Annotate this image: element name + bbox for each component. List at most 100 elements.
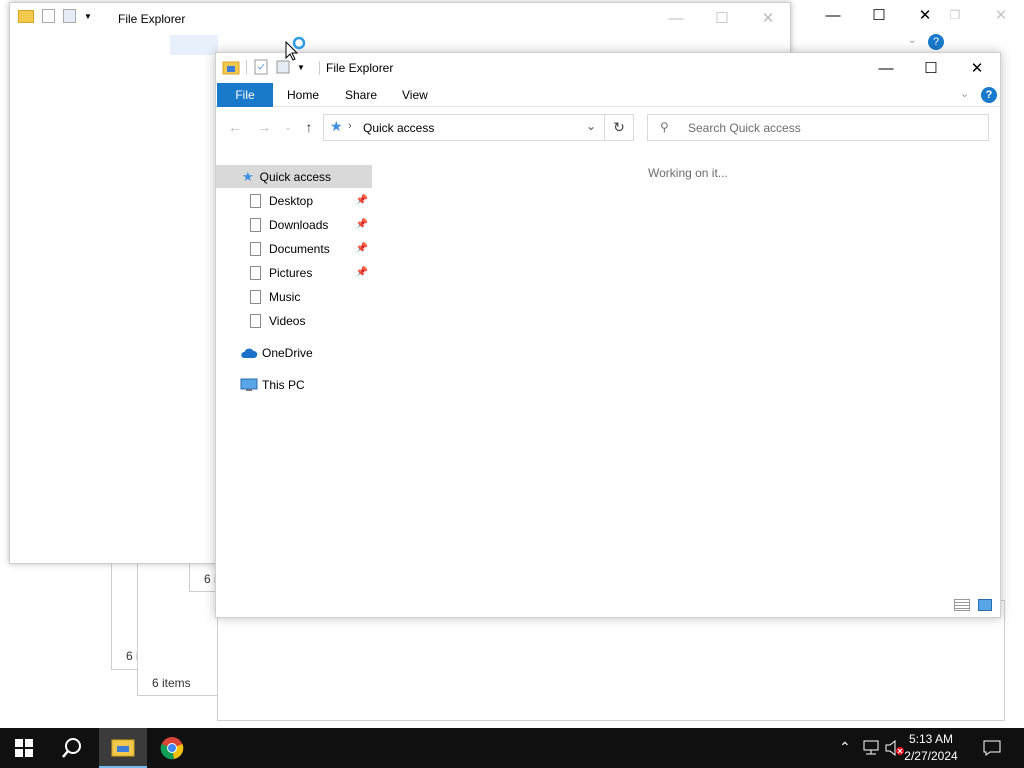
file-icon: [250, 217, 261, 232]
back-button[interactable]: ←: [224, 115, 246, 139]
address-bar[interactable]: ★ › Quick access ⌄: [323, 114, 605, 141]
show-hidden-icons-icon[interactable]: ⌃: [839, 739, 851, 756]
view-switcher: [954, 599, 992, 611]
nav-item-this-pc[interactable]: This PC: [240, 373, 372, 396]
file-icon: [250, 265, 261, 280]
nav-item-label: Pictures: [269, 265, 313, 280]
search-icon: [62, 738, 81, 758]
chrome-icon: [160, 737, 184, 760]
breadcrumb-separator-icon: ›: [348, 120, 352, 132]
help-icon[interactable]: ?: [928, 34, 944, 50]
nav-item-pictures[interactable]: Pictures 📌: [250, 261, 372, 284]
expand-ribbon-icon[interactable]: ⌄: [960, 87, 969, 100]
taskbar-chrome[interactable]: [148, 728, 196, 768]
nav-item-label: This PC: [262, 377, 305, 392]
address-dropdown-icon[interactable]: ⌄: [586, 119, 596, 133]
clock-date: 2/27/2024: [904, 749, 958, 763]
nav-item-label: Videos: [269, 313, 306, 328]
file-icon: [250, 241, 261, 256]
nav-item-documents[interactable]: Documents 📌: [250, 237, 372, 260]
nav-item-downloads[interactable]: Downloads 📌: [250, 213, 372, 236]
search-box[interactable]: ⚲ Search Quick access: [647, 114, 989, 141]
nav-item-label: Downloads: [269, 217, 329, 232]
clock-time: 5:13 AM: [908, 732, 954, 746]
chevron-down-icon[interactable]: ⌄: [908, 35, 916, 46]
pin-icon: 📌: [355, 243, 368, 254]
nav-item-label: Documents: [269, 241, 330, 256]
status-text: 6 items: [152, 676, 191, 690]
network-icon[interactable]: [862, 740, 880, 756]
tab-file[interactable]: File: [217, 83, 273, 107]
navigation-bar: ← → ⌄ ↑ ★ › Quick access ⌄ ↻ ⚲ Search Qu…: [216, 111, 1000, 143]
details-view-icon[interactable]: [954, 599, 970, 611]
nav-item-label: Quick access: [259, 169, 332, 184]
window-title: File Explorer: [118, 12, 186, 26]
large-icons-view-icon[interactable]: [978, 599, 992, 611]
nav-item-desktop[interactable]: Desktop 📌: [250, 189, 372, 212]
window-title: File Explorer: [326, 61, 394, 75]
title-bar[interactable]: ▼ File Explorer — ☐ ✕: [216, 53, 1000, 83]
tab-home[interactable]: Home: [273, 83, 333, 107]
customize-dropdown-icon[interactable]: ▼: [84, 12, 92, 21]
file-explorer-window: ▼ File Explorer — ☐ ✕ File Home Share Vi…: [215, 52, 1001, 618]
tab-share[interactable]: Share: [331, 83, 391, 107]
breadcrumb-location[interactable]: Quick access: [363, 121, 434, 135]
busy-cursor-icon: [285, 36, 313, 67]
up-button[interactable]: ↑: [298, 115, 320, 139]
recent-locations-button[interactable]: ⌄: [277, 115, 299, 139]
start-button[interactable]: [0, 728, 48, 768]
properties-icon[interactable]: [42, 9, 55, 23]
new-folder-icon[interactable]: [63, 9, 76, 23]
maximize-button[interactable]: ☐: [856, 0, 902, 30]
nav-item-onedrive[interactable]: OneDrive: [240, 341, 372, 364]
refresh-button[interactable]: ↻: [604, 114, 634, 141]
nav-item-videos[interactable]: Videos: [250, 309, 372, 332]
search-icon: ⚲: [660, 120, 669, 134]
background-window-5: [217, 600, 1005, 721]
help-icon[interactable]: ?: [981, 87, 997, 103]
nav-item-music[interactable]: Music: [250, 285, 372, 308]
taskbar-file-explorer[interactable]: [99, 728, 147, 768]
search-button[interactable]: [48, 728, 96, 768]
nav-item-label: Music: [269, 289, 301, 304]
windows-icon: [15, 739, 33, 757]
taskbar: ⌃ 5:13 AM 2/27/2024: [0, 728, 1024, 768]
cloud-icon: [241, 348, 258, 358]
pin-icon: 📌: [355, 267, 368, 278]
restore-icon: ❐: [949, 8, 961, 22]
tab-view[interactable]: View: [388, 83, 442, 107]
close-button[interactable]: ✕: [954, 53, 1000, 83]
pin-icon: 📌: [355, 219, 368, 230]
search-placeholder: Search Quick access: [688, 121, 801, 135]
maximize-button[interactable]: ☐: [908, 53, 954, 83]
pin-icon: 📌: [355, 195, 368, 206]
close-icon: ✕: [994, 7, 1008, 24]
toolbar-separator: [246, 60, 247, 74]
folder-icon: [222, 61, 240, 75]
minimize-button[interactable]: —: [863, 53, 909, 83]
clock[interactable]: 5:13 AM 2/27/2024: [896, 731, 966, 765]
computer-icon: [240, 378, 258, 391]
close-button[interactable]: ✕: [745, 3, 791, 33]
properties-icon[interactable]: [253, 59, 269, 75]
quick-access-star-icon: ★: [242, 168, 254, 184]
quick-access-toolbar: ▼: [18, 9, 92, 23]
minimize-button[interactable]: —: [810, 0, 856, 30]
notifications-icon[interactable]: [983, 740, 1001, 756]
minimize-button[interactable]: —: [653, 3, 699, 33]
nav-item-label: Desktop: [269, 193, 314, 208]
ribbon-tabs: File Home Share View ⌄ ?: [216, 83, 1000, 107]
file-icon: [250, 289, 261, 304]
folder-icon: [18, 9, 34, 23]
file-icon: [250, 193, 261, 208]
title-separator: [319, 61, 320, 75]
file-tab[interactable]: [170, 35, 218, 55]
maximize-button[interactable]: ☐: [699, 3, 745, 33]
navigation-pane: ★ Quick access Desktop 📌 Downloads 📌 Doc…: [216, 163, 376, 603]
loading-message: Working on it...: [648, 166, 728, 180]
nav-item-quick-access[interactable]: ★ Quick access: [216, 165, 372, 188]
forward-button[interactable]: →: [253, 115, 275, 139]
file-icon: [250, 313, 261, 328]
quick-access-star-icon: ★: [330, 118, 343, 134]
nav-item-label: OneDrive: [262, 345, 313, 360]
